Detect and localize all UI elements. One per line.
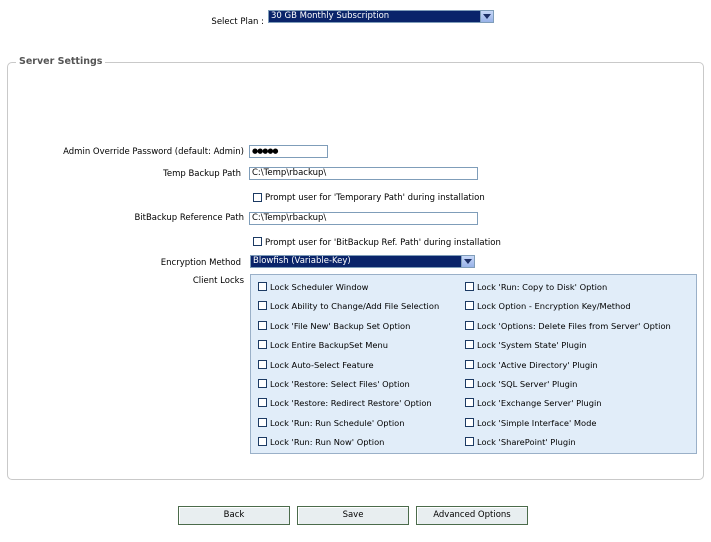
lock-option-checkbox[interactable] [258,437,267,447]
chevron-down-icon[interactable] [480,11,493,22]
advanced-options-button[interactable]: Advanced Options [416,506,528,525]
lock-option-label: Lock Scheduler Window [270,282,369,292]
client-locks-panel: Lock Scheduler Window Lock Ability to Cha… [250,274,697,454]
lock-option-checkbox[interactable] [465,301,474,311]
bitbackup-path-field[interactable]: C:\Temp\rbackup\ [249,212,478,225]
lock-option-label: Lock 'Restore: Redirect Restore' Option [270,398,432,409]
lock-option-checkbox[interactable] [258,417,267,427]
lock-option-label: Lock 'Run: Copy to Disk' Option [477,282,608,292]
lock-option-label: Lock 'Run: Run Now' Option [270,437,385,448]
lock-option-checkbox[interactable] [465,417,474,427]
prompt-bitbackup-path-label: Prompt user for 'BitBackup Ref. Path' du… [265,238,501,248]
plan-select-value: 30 GB Monthly Subscription [271,11,390,21]
lock-option-checkbox[interactable] [465,398,474,408]
lock-option-label: Lock 'File New' Backup Set Option [270,320,411,331]
select-plan-label: Select Plan : [211,17,264,27]
encryption-method-select[interactable]: Blowfish (Variable-Key) [250,255,475,268]
lock-option-checkbox[interactable] [258,379,267,388]
prompt-bitbackup-path-checkbox[interactable] [253,237,262,246]
encryption-method-label: Encryption Method [160,258,241,268]
plan-select[interactable]: 30 GB Monthly Subscription [268,10,494,23]
lock-option-checkbox[interactable] [465,379,474,388]
temp-backup-path-label: Temp Backup Path [163,169,241,179]
lock-option-label: Lock Entire BackupSet Menu [270,340,389,351]
lock-option-checkbox[interactable] [465,320,474,330]
lock-option-label: Lock 'System State' Plugin [477,340,587,351]
lock-option-checkbox[interactable] [465,282,474,291]
lock-option-label: Lock 'SharePoint' Plugin [477,437,576,448]
prompt-temp-path-label: Prompt user for 'Temporary Path' during … [265,193,485,203]
client-locks-label: Client Locks [192,276,244,286]
lock-option-label: Lock Auto-Select Feature [270,359,374,370]
lock-option-checkbox[interactable] [258,282,267,291]
admin-password-field[interactable]: ●●●●● [249,145,328,158]
lock-option-label: Lock 'Active Directory' Plugin [477,359,598,370]
lock-option-label: Lock 'Options: Delete Files from Server'… [477,320,671,331]
lock-option-checkbox[interactable] [258,359,267,369]
chevron-down-icon[interactable] [461,256,474,267]
lock-option-label: Lock 'Restore: Select Files' Option [270,379,410,389]
lock-option-label: Lock 'Run: Run Schedule' Option [270,417,405,428]
lock-option-checkbox[interactable] [258,340,267,350]
lock-option-label: Lock 'Exchange Server' Plugin [477,398,602,409]
lock-option-checkbox[interactable] [465,437,474,447]
prompt-temp-path-checkbox[interactable] [253,193,262,202]
lock-option-checkbox[interactable] [258,301,267,311]
lock-option-checkbox[interactable] [258,398,267,408]
lock-option-checkbox[interactable] [465,340,474,350]
lock-option-checkbox[interactable] [258,320,267,330]
lock-option-label: Lock Option - Encryption Key/Method [477,301,631,312]
save-button[interactable]: Save [297,506,409,525]
lock-option-label: Lock 'Simple Interface' Mode [477,417,597,428]
lock-option-label: Lock Ability to Change/Add File Selectio… [270,301,440,312]
bitbackup-path-label: BitBackup Reference Path [134,213,244,223]
lock-option-checkbox[interactable] [465,359,474,369]
encryption-method-value: Blowfish (Variable-Key) [253,256,351,266]
back-button[interactable]: Back [178,506,290,525]
temp-backup-path-field[interactable]: C:\Temp\rbackup\ [249,167,478,180]
server-settings-legend: Server Settings [16,56,106,67]
lock-option-label: Lock 'SQL Server' Plugin [477,379,578,389]
admin-password-label: Admin Override Password (default: Admin) [63,147,244,157]
